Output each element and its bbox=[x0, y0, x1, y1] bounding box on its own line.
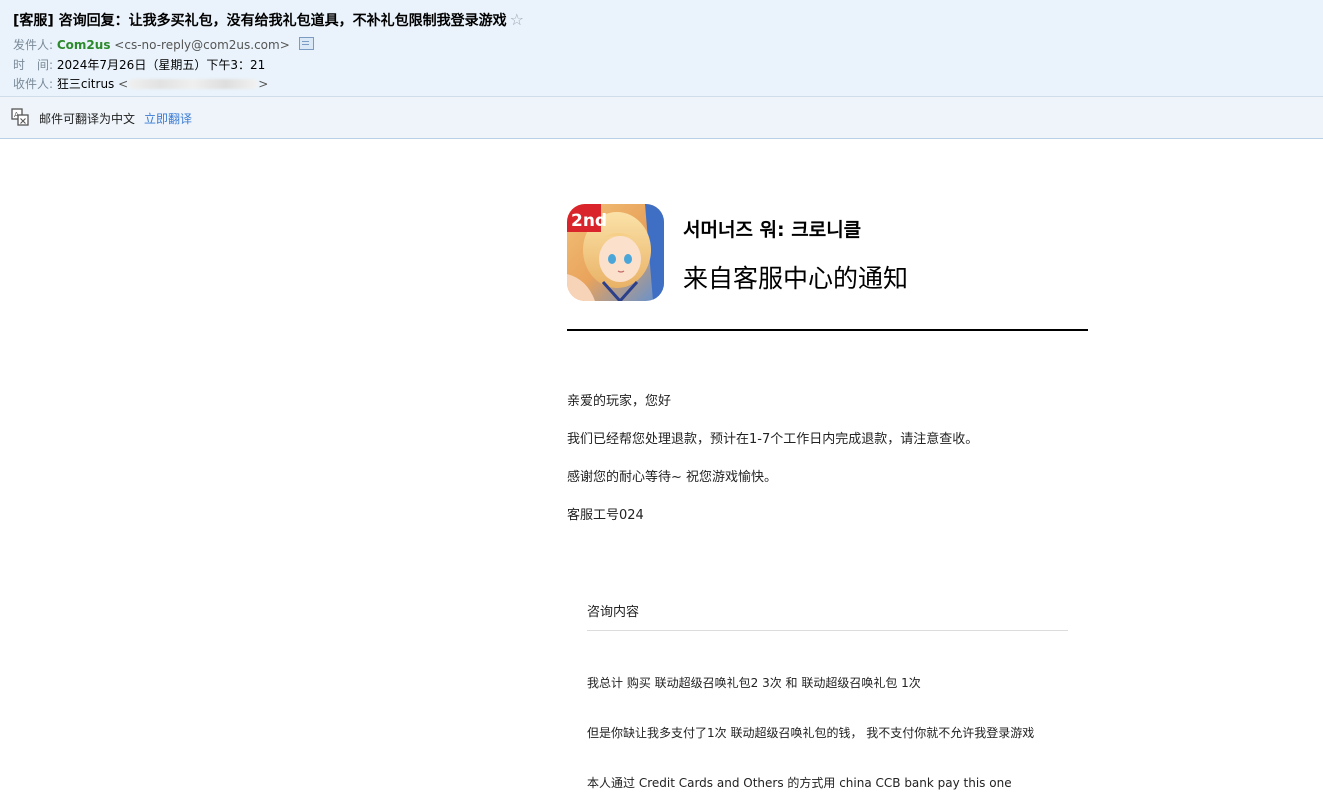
notice-title: 来自客服中心的通知 bbox=[683, 264, 909, 293]
to-row: 收件人: 狂三citrus < > bbox=[13, 75, 268, 92]
from-label: 发件人: bbox=[13, 38, 54, 52]
refund-message: 我们已经帮您处理退款，预计在1-7个工作日内完成退款，请注意查收。 bbox=[567, 432, 979, 447]
time-label: 时 间: bbox=[13, 58, 54, 72]
sender-address[interactable]: <cs-no-reply@com2us.com> bbox=[114, 38, 289, 52]
inquiry-title: 咨询内容 bbox=[587, 605, 640, 620]
redacted-address bbox=[128, 79, 259, 89]
translate-icon: A bbox=[11, 108, 29, 126]
recipient-name[interactable]: 狂三citrus bbox=[57, 77, 114, 91]
inquiry-line: 但是你缺让我多支付了1次 联动超级召唤礼包的钱， 我不支付你就不允许我登录游戏 bbox=[587, 726, 1035, 740]
contact-card-icon[interactable] bbox=[298, 37, 314, 50]
icon-badge-text: 2nd bbox=[571, 211, 607, 231]
inquiry-line: 本人通过 Credit Cards and Others 的方式用 china … bbox=[587, 776, 1012, 790]
recipient-close-bracket: > bbox=[258, 77, 269, 91]
agent-signature: 客服工号024 bbox=[567, 508, 644, 523]
header-divider bbox=[567, 329, 1088, 331]
game-art-icon: 2nd bbox=[567, 204, 664, 301]
recipient-open-bracket: < bbox=[118, 77, 129, 91]
thanks-message: 感谢您的耐心等待~ 祝您游戏愉快。 bbox=[567, 470, 778, 485]
time-value: 2024年7月26日（星期五）下午3：21 bbox=[56, 58, 266, 72]
from-row: 发件人: Com2us <cs-no-reply@com2us.com> bbox=[13, 36, 314, 53]
email-subject: [客服] 咨询回复：让我多买礼包，没有给我礼包道具，不补礼包限制我登录游戏 ☆ bbox=[13, 10, 524, 30]
email-header: [客服] 咨询回复：让我多买礼包，没有给我礼包道具，不补礼包限制我登录游戏 ☆ 发… bbox=[0, 0, 1323, 97]
translate-prompt: 邮件可翻译为中文 bbox=[39, 112, 136, 126]
inquiry-line: 我总计 购买 联动超级召唤礼包2 3次 和 联动超级召唤礼包 1次 bbox=[587, 676, 921, 690]
star-icon[interactable]: ☆ bbox=[510, 10, 524, 29]
game-app-icon: 2nd bbox=[567, 204, 664, 301]
svg-text:A: A bbox=[14, 111, 19, 119]
sender-name[interactable]: Com2us bbox=[57, 38, 111, 52]
translate-bar: A 邮件可翻译为中文 立即翻译 bbox=[0, 97, 1323, 139]
game-title: 서머너즈 워: 크로니클 bbox=[683, 219, 862, 241]
greeting: 亲爱的玩家，您好 bbox=[567, 394, 672, 409]
to-label: 收件人: bbox=[13, 77, 54, 91]
time-row: 时 间: 2024年7月26日（星期五）下午3：21 bbox=[13, 56, 265, 73]
subject-text: [客服] 咨询回复：让我多买礼包，没有给我礼包道具，不补礼包限制我登录游戏 bbox=[13, 13, 507, 29]
translate-now-link[interactable]: 立即翻译 bbox=[144, 110, 192, 127]
inquiry-divider bbox=[587, 630, 1068, 631]
